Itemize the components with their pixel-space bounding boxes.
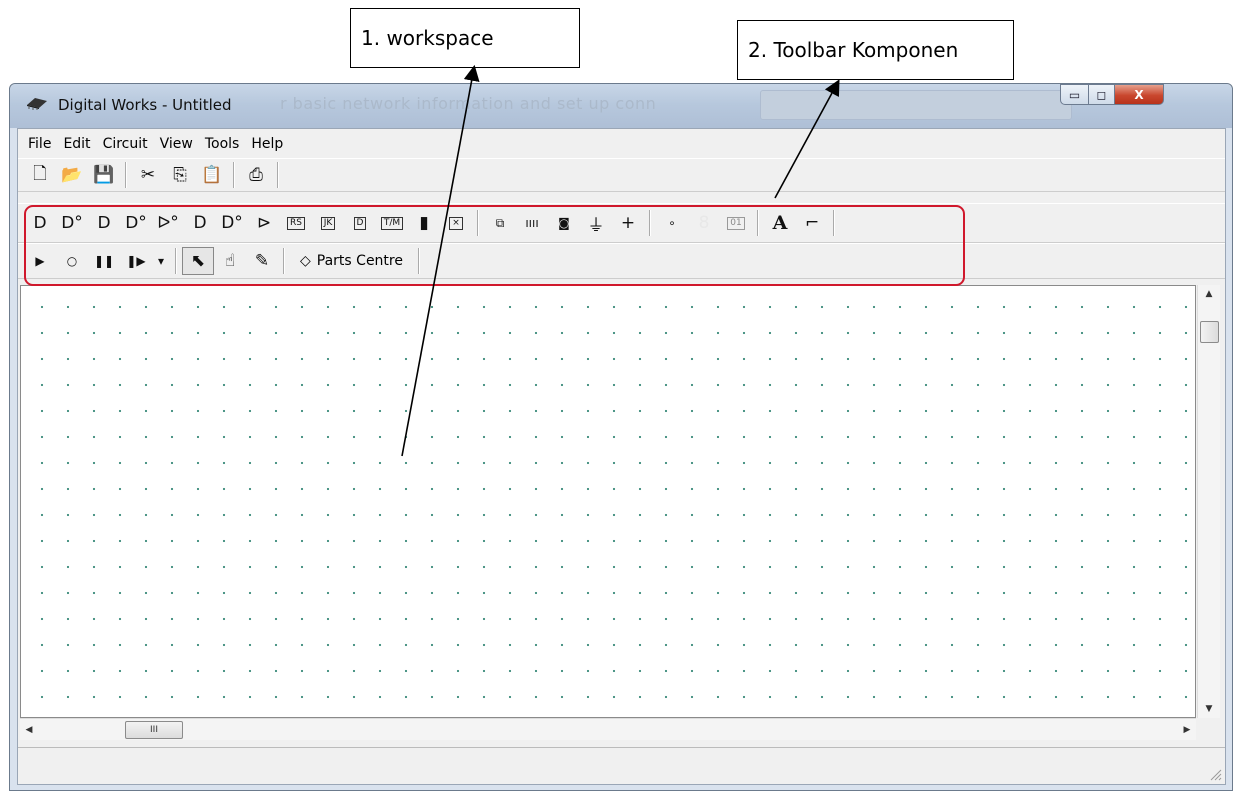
binary-display-icon[interactable]: 01: [720, 209, 752, 237]
diamond-icon: ◇: [300, 253, 311, 269]
rs-label: RS: [287, 216, 305, 230]
app-window: r basic network information and set up c…: [9, 83, 1233, 791]
copy-icon[interactable]: ⎘: [164, 161, 196, 189]
toolbar-callout: 2. Toolbar Komponen: [737, 20, 1014, 80]
resize-grip-icon[interactable]: [1208, 767, 1222, 781]
dropdown-icon[interactable]: ▾: [152, 247, 170, 275]
macro-icon[interactable]: ×: [440, 209, 472, 237]
minimize-icon: ▭: [1068, 87, 1081, 102]
toolbar-separator: [125, 162, 127, 188]
pulse-icon[interactable]: ıııı: [516, 209, 548, 237]
maximize-button[interactable]: ◻: [1088, 84, 1115, 105]
jk-flipflop-icon[interactable]: JK: [312, 209, 344, 237]
scroll-down-icon[interactable]: ▼: [1198, 700, 1220, 718]
seven-segment-icon[interactable]: 8: [688, 209, 720, 237]
cut-icon[interactable]: ✂: [132, 161, 164, 189]
xor-gate-icon[interactable]: D: [184, 209, 216, 237]
pause-icon[interactable]: ❚❚: [88, 247, 120, 275]
scroll-up-icon[interactable]: ▲: [1198, 285, 1220, 303]
switch-icon[interactable]: ▮: [408, 209, 440, 237]
d-label: D: [353, 216, 367, 230]
menu-help[interactable]: Help: [249, 134, 285, 154]
menu-edit[interactable]: Edit: [61, 134, 92, 154]
vertical-scrollbar[interactable]: ▲ ▼: [1197, 285, 1220, 718]
background-window-tab: [760, 90, 1072, 120]
xnor-gate-icon[interactable]: ᐅ°: [152, 209, 184, 237]
simulation-toolbar: ▶ ○ ❚❚ ❚▶ ▾ ⬉ ☝ ✎ ◇ Parts Centre: [18, 243, 1225, 279]
close-button[interactable]: X: [1114, 84, 1164, 105]
new-icon[interactable]: 🗋: [24, 161, 56, 189]
toolbar-separator: [283, 248, 285, 274]
vertical-scroll-thumb[interactable]: [1200, 321, 1219, 343]
power-icon[interactable]: +: [612, 209, 644, 237]
status-bar: [18, 747, 1225, 784]
scroll-left-icon[interactable]: ◀: [20, 719, 38, 740]
parts-centre-label: Parts Centre: [316, 253, 403, 269]
maximize-icon: ◻: [1096, 87, 1107, 102]
paste-icon[interactable]: 📋: [196, 161, 228, 189]
pointer-tool-icon[interactable]: ⬉: [182, 247, 214, 275]
and-gate-icon[interactable]: ᗞ: [24, 209, 56, 237]
workspace-callout-label: 1. workspace: [361, 26, 494, 50]
rs-flipflop-icon[interactable]: RS: [280, 209, 312, 237]
toolbar-separator: [649, 210, 651, 236]
grip-lines: III: [150, 725, 158, 735]
menu-file[interactable]: File: [26, 134, 53, 154]
print-icon[interactable]: ⎙: [240, 161, 272, 189]
open-icon[interactable]: 📂: [56, 161, 88, 189]
buffer-gate-icon[interactable]: ⊳: [248, 209, 280, 237]
hand-tool-icon[interactable]: ☝: [214, 247, 246, 275]
run-icon[interactable]: ▶: [24, 247, 56, 275]
text-tool-icon[interactable]: A: [764, 209, 796, 237]
parts-centre-button[interactable]: ◇ Parts Centre: [290, 247, 413, 275]
workspace-canvas[interactable]: [20, 285, 1196, 718]
toolbar-separator: [833, 210, 835, 236]
input-box-icon[interactable]: ◙: [548, 209, 580, 237]
chip-icon: [27, 98, 47, 110]
file-toolbar: 🗋 📂 💾 ✂ ⎘ 📋 ⎙: [18, 158, 1225, 192]
macro-label: ×: [449, 216, 463, 230]
workspace-callout: 1. workspace: [350, 8, 580, 68]
client-area: File Edit Circuit View Tools Help 🗋 📂 💾 …: [17, 128, 1226, 785]
minimize-button[interactable]: ▭: [1060, 84, 1089, 105]
toolbar-separator: [757, 210, 759, 236]
save-icon[interactable]: 💾: [88, 161, 120, 189]
menu-view[interactable]: View: [158, 134, 195, 154]
toolbar-separator: [477, 210, 479, 236]
nand-gate-icon[interactable]: ᗞ°: [56, 209, 88, 237]
binary-label: 01: [727, 216, 745, 230]
xnor2-gate-icon[interactable]: D°: [216, 209, 248, 237]
nor-gate-icon[interactable]: ᗞ°: [120, 209, 152, 237]
window-title: Digital Works - Untitled: [58, 96, 232, 114]
toolbar-separator: [417, 248, 420, 274]
close-icon: X: [1134, 87, 1144, 102]
pen-tool-icon[interactable]: ✎: [246, 247, 278, 275]
toolbar-separator: [175, 248, 177, 274]
led-icon[interactable]: ∘: [656, 209, 688, 237]
or-gate-icon[interactable]: ᗞ: [88, 209, 120, 237]
stop-icon[interactable]: ○: [56, 247, 88, 275]
toolbar-callout-label: 2. Toolbar Komponen: [748, 38, 959, 62]
menu-bar: File Edit Circuit View Tools Help: [18, 129, 1225, 159]
menu-circuit[interactable]: Circuit: [101, 134, 150, 154]
wire-tool-icon[interactable]: ⌐: [796, 209, 828, 237]
title-bar[interactable]: r basic network information and set up c…: [10, 84, 1232, 128]
menu-tools[interactable]: Tools: [203, 134, 242, 154]
parts-toolbar: ᗞ ᗞ° ᗞ ᗞ° ᐅ° D D° ⊳ RS JK D T/M ▮ × ⧉ ıı…: [18, 203, 1225, 243]
d-flipflop-icon[interactable]: D: [344, 209, 376, 237]
background-window-title: r basic network information and set up c…: [280, 94, 657, 113]
t-flipflop-icon[interactable]: T/M: [376, 209, 408, 237]
horizontal-scrollbar[interactable]: ◀ III ▶: [20, 718, 1196, 740]
clock-icon[interactable]: ⧉: [484, 209, 516, 237]
toolbar-separator: [233, 162, 235, 188]
horizontal-scroll-thumb[interactable]: III: [125, 721, 183, 739]
toolbar-separator: [277, 162, 279, 188]
ground-icon[interactable]: ⏚: [580, 209, 612, 237]
t-label: T/M: [380, 216, 404, 230]
step-icon[interactable]: ❚▶: [120, 247, 152, 275]
jk-label: JK: [320, 216, 336, 230]
scroll-right-icon[interactable]: ▶: [1178, 719, 1196, 740]
